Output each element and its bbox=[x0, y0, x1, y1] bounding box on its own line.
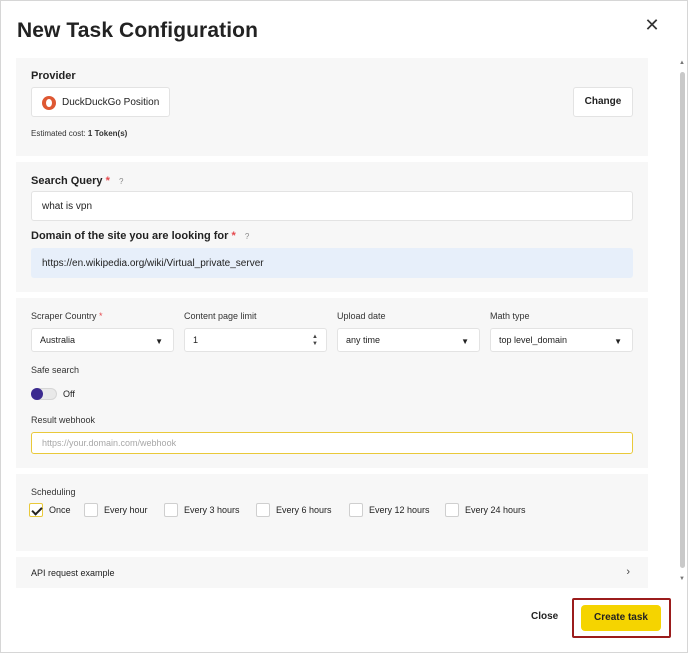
scrollbar[interactable]: ▲ ▼ bbox=[678, 58, 686, 588]
provider-name: DuckDuckGo Position bbox=[62, 97, 160, 108]
safe-search-toggle[interactable] bbox=[31, 388, 57, 400]
help-icon[interactable]: ? bbox=[245, 232, 249, 241]
stepper-arrows-icon[interactable]: ▲ ▼ bbox=[312, 334, 318, 348]
schedule-once[interactable]: Once bbox=[29, 503, 71, 517]
page-limit-label: Content page limit bbox=[184, 311, 257, 321]
schedule-every-6-hours[interactable]: Every 6 hours bbox=[256, 503, 332, 517]
scraper-country-select[interactable]: Australia ▼ bbox=[31, 328, 174, 352]
search-query-value: what is vpn bbox=[42, 200, 93, 212]
dialog-title: New Task Configuration bbox=[17, 19, 258, 42]
scroll-up-icon[interactable]: ▲ bbox=[678, 60, 686, 66]
safe-search-label: Safe search bbox=[31, 365, 80, 375]
scheduling-section: Scheduling Once Every hour Every 3 hours… bbox=[16, 474, 648, 551]
cost-prefix: Estimated cost: bbox=[31, 129, 86, 138]
required-mark: * bbox=[231, 230, 236, 242]
checkbox-icon[interactable] bbox=[349, 503, 363, 517]
scraper-country-value: Australia bbox=[40, 335, 76, 345]
schedule-every-3-hours[interactable]: Every 3 hours bbox=[164, 503, 240, 517]
cost-value: 1 Token(s) bbox=[87, 129, 128, 138]
scheduling-label: Scheduling bbox=[31, 487, 76, 497]
checkbox-icon[interactable] bbox=[84, 503, 98, 517]
math-type-label: Math type bbox=[490, 311, 530, 321]
domain-value: https://en.wikipedia.org/wiki/Virtual_pr… bbox=[42, 257, 264, 269]
duckduckgo-logo-icon bbox=[42, 96, 56, 110]
change-provider-button[interactable]: Change bbox=[573, 87, 633, 117]
schedule-every-hour[interactable]: Every hour bbox=[84, 503, 148, 517]
upload-date-value: any time bbox=[346, 335, 381, 345]
math-type-value: top level_domain bbox=[499, 335, 568, 345]
schedule-every-24-hours[interactable]: Every 24 hours bbox=[445, 503, 526, 517]
upload-date-label: Upload date bbox=[337, 311, 386, 321]
help-icon[interactable]: ? bbox=[119, 177, 123, 186]
webhook-placeholder: https://your.domain.com/webhook bbox=[42, 438, 177, 448]
schedule-every-12-hours[interactable]: Every 12 hours bbox=[349, 503, 430, 517]
caret-down-icon: ▼ bbox=[155, 337, 163, 346]
api-request-example-label: API request example bbox=[31, 568, 115, 578]
domain-label: Domain of the site you are looking for *… bbox=[31, 230, 250, 242]
safe-search-state: Off bbox=[63, 389, 75, 399]
page-limit-input[interactable]: 1 ▲ ▼ bbox=[184, 328, 327, 352]
checkbox-icon[interactable] bbox=[445, 503, 459, 517]
dialog-body: Provider DuckDuckGo Position Change Esti… bbox=[16, 58, 648, 588]
domain-input[interactable]: https://en.wikipedia.org/wiki/Virtual_pr… bbox=[31, 248, 633, 278]
scraper-country-label: Scraper Country * bbox=[31, 311, 103, 321]
search-query-label: Search Query * ? bbox=[31, 175, 124, 187]
required-mark: * bbox=[99, 311, 103, 321]
webhook-label: Result webhook bbox=[31, 415, 96, 425]
required-mark: * bbox=[105, 175, 110, 187]
webhook-input[interactable]: https://your.domain.com/webhook bbox=[31, 432, 633, 454]
caret-down-icon: ▼ bbox=[461, 337, 469, 346]
toggle-knob bbox=[31, 388, 43, 400]
page-limit-value: 1 bbox=[193, 335, 199, 345]
provider-section: Provider DuckDuckGo Position Change Esti… bbox=[16, 58, 648, 156]
search-query-input[interactable]: what is vpn bbox=[31, 191, 633, 221]
close-icon[interactable]: ✕ bbox=[642, 15, 662, 35]
create-task-highlight: Create task bbox=[572, 598, 671, 638]
query-section: Search Query * ? what is vpn Domain of t… bbox=[16, 162, 648, 292]
create-task-button[interactable]: Create task bbox=[581, 605, 661, 631]
checkbox-icon[interactable] bbox=[256, 503, 270, 517]
estimated-cost: Estimated cost: 1 Token(s) bbox=[31, 129, 127, 138]
api-request-example-row[interactable]: API request example › bbox=[16, 557, 648, 588]
caret-down-icon: ▼ bbox=[614, 337, 622, 346]
scroll-down-icon[interactable]: ▼ bbox=[678, 576, 686, 582]
math-type-select[interactable]: top level_domain ▼ bbox=[490, 328, 633, 352]
chevron-right-icon: › bbox=[626, 566, 630, 578]
provider-label: Provider bbox=[31, 70, 76, 82]
task-dialog: New Task Configuration ✕ Provider DuckDu… bbox=[0, 0, 688, 653]
scrollbar-thumb[interactable] bbox=[680, 72, 685, 568]
checkbox-checked-icon[interactable] bbox=[29, 503, 43, 517]
provider-selector: DuckDuckGo Position bbox=[31, 87, 170, 117]
options-section: Scraper Country * Australia ▼ Content pa… bbox=[16, 298, 648, 468]
checkbox-icon[interactable] bbox=[164, 503, 178, 517]
close-button[interactable]: Close bbox=[531, 611, 558, 622]
upload-date-select[interactable]: any time ▼ bbox=[337, 328, 480, 352]
